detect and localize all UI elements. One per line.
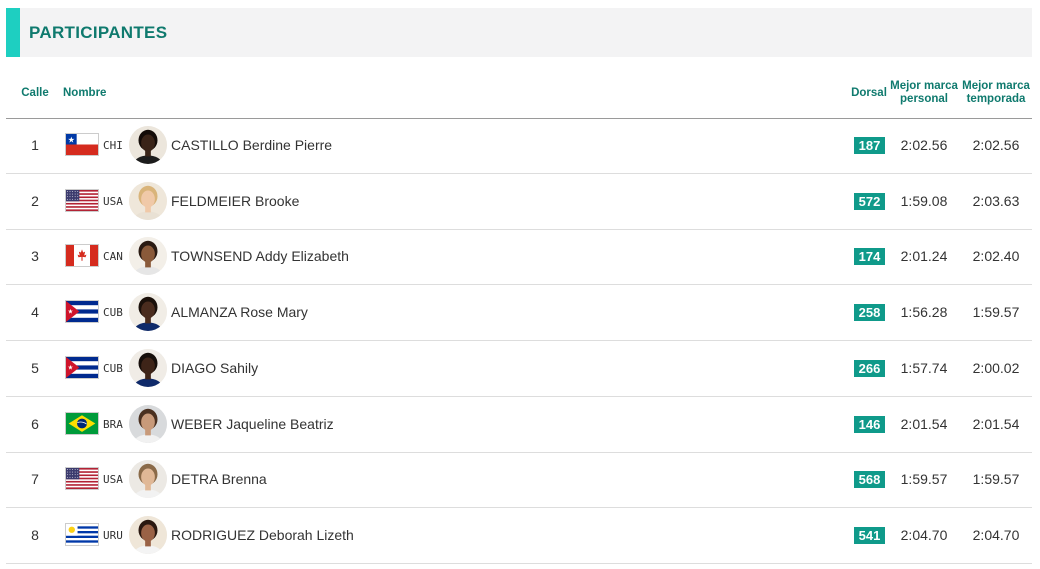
athlete-photo — [129, 460, 167, 499]
header-accent-bar — [6, 8, 20, 57]
cuba-flag-icon — [65, 355, 99, 379]
brazil-flag-icon — [65, 411, 99, 435]
personal-best: 1:57.74 — [900, 359, 948, 376]
table-row[interactable]: 5 CUB DIAGO Sahily 266 1:57.74 2:00.02 — [6, 341, 1032, 397]
section-title: PARTICIPANTES — [29, 23, 168, 42]
lane-number: 4 — [31, 304, 39, 321]
table-row[interactable]: 2 USA FELDMEIER Brooke 572 1:59.08 2:03.63 — [6, 174, 1032, 230]
uruguay-flag-icon — [65, 522, 99, 546]
column-header-bib: Dorsal — [851, 87, 887, 99]
athlete-name-link[interactable]: DIAGO Sahily — [171, 341, 258, 396]
season-best: 2:00.02 — [972, 359, 1020, 376]
usa-flag-icon — [65, 467, 99, 491]
section-header: PARTICIPANTES — [6, 8, 1032, 57]
personal-best: 1:59.08 — [900, 192, 948, 209]
athlete-name-link[interactable]: ALMANZA Rose Mary — [171, 285, 308, 340]
athlete-photo — [129, 181, 167, 220]
athlete-name-link[interactable]: FELDMEIER Brooke — [171, 174, 299, 229]
athlete-name-link[interactable]: WEBER Jaqueline Beatriz — [171, 397, 334, 452]
personal-best: 2:04.70 — [900, 526, 948, 543]
bib-badge: 568 — [854, 471, 885, 489]
bib-badge: 258 — [854, 304, 885, 322]
season-best: 1:59.57 — [972, 304, 1020, 321]
personal-best: 2:01.54 — [900, 415, 948, 432]
column-header-season-best: Mejor marca temporada — [960, 80, 1032, 106]
table-row[interactable]: 7 USA DETRA Brenna 568 1:59.57 1:59.57 — [6, 452, 1032, 509]
canada-flag-icon — [65, 244, 99, 268]
personal-best: 1:59.57 — [900, 471, 948, 488]
athlete-name-link[interactable]: DETRA Brenna — [171, 452, 267, 507]
column-header-lane: Calle — [21, 87, 49, 99]
athlete-photo — [129, 126, 167, 164]
athlete-photo — [129, 348, 167, 387]
country-code: CUB — [103, 361, 123, 375]
season-best: 1:59.57 — [972, 471, 1020, 488]
table-row[interactable]: 1 CHI CASTILLO Berdine Pierre 187 2:02.56 2:0… — [6, 118, 1032, 174]
season-best: 2:01.54 — [972, 415, 1020, 432]
country-code: CUB — [103, 306, 123, 320]
table-row[interactable]: 8 URU RODRIGUEZ Deborah Lizeth 541 2:04.70 2:… — [6, 508, 1032, 564]
lane-number: 3 — [31, 248, 39, 265]
country-code: USA — [103, 473, 123, 487]
lane-number: 1 — [31, 137, 39, 153]
bib-badge: 187 — [854, 137, 885, 154]
athlete-name-link[interactable]: RODRIGUEZ Deborah Lizeth — [171, 508, 354, 563]
usa-flag-icon — [65, 188, 99, 212]
bib-badge: 266 — [854, 359, 885, 377]
season-best: 2:03.63 — [972, 192, 1020, 209]
table-row[interactable]: 4 CUB ALMANZA Rose Mary 258 1:56.28 1:59.57 — [6, 285, 1032, 342]
table-header: Calle Nombre Dorsal Mejor marca personal… — [6, 78, 1032, 119]
personal-best: 1:56.28 — [900, 304, 948, 321]
bib-badge: 541 — [854, 526, 885, 544]
column-header-season-best-line1: Mejor marca — [962, 80, 1030, 92]
season-best: 2:04.70 — [972, 526, 1020, 543]
bib-badge: 572 — [854, 192, 885, 210]
column-header-season-best-line2: temporada — [966, 93, 1026, 105]
bib-badge: 146 — [854, 415, 885, 433]
chile-flag-icon — [65, 133, 99, 156]
column-header-personal-best-line1: Mejor marca — [890, 80, 958, 92]
athlete-name-link[interactable]: TOWNSEND Addy Elizabeth — [171, 229, 349, 284]
column-header-personal-best-line2: personal — [900, 93, 948, 105]
lane-number: 7 — [31, 471, 39, 488]
country-code: BRA — [103, 417, 123, 431]
season-best: 2:02.56 — [972, 137, 1020, 153]
cuba-flag-icon — [65, 300, 99, 324]
lane-number: 6 — [31, 415, 39, 432]
country-code: CHI — [103, 139, 123, 152]
personal-best: 2:02.56 — [900, 137, 948, 153]
lane-number: 2 — [31, 192, 39, 209]
table-row[interactable]: 6 BRA WEBER Jaqueline Beatriz 146 2:01.54 2:0… — [6, 397, 1032, 453]
personal-best: 2:01.24 — [900, 248, 948, 265]
table-row[interactable]: 3 CAN TOWNSEND Addy Elizabeth 174 2:01.24 2:0… — [6, 229, 1032, 286]
lane-number: 8 — [31, 526, 39, 543]
athlete-photo — [129, 293, 167, 332]
athlete-photo — [129, 237, 167, 276]
athlete-name-link[interactable]: CASTILLO Berdine Pierre — [171, 118, 332, 173]
country-code: CAN — [103, 250, 123, 264]
athlete-photo — [129, 515, 167, 554]
column-header-personal-best: Mejor marca personal — [889, 80, 959, 106]
athlete-photo — [129, 404, 167, 443]
column-header-name: Nombre — [63, 87, 107, 99]
season-best: 2:02.40 — [972, 248, 1020, 265]
lane-number: 5 — [31, 359, 39, 376]
country-code: USA — [103, 194, 123, 208]
bib-badge: 174 — [854, 248, 885, 266]
country-code: URU — [103, 528, 123, 542]
